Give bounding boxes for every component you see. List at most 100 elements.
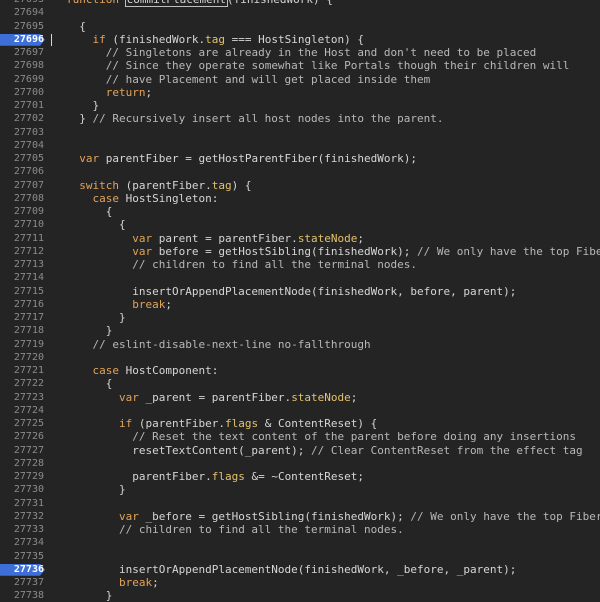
- line-number[interactable]: 27713: [0, 258, 44, 271]
- line-number[interactable]: 27701: [0, 99, 44, 112]
- breakpoint-line-number[interactable]: 27696: [0, 33, 45, 46]
- property-token: stateNode: [291, 390, 351, 404]
- line-number[interactable]: 27699: [0, 73, 44, 86]
- line-number[interactable]: 27723: [0, 391, 44, 404]
- code-line[interactable]: 27707 switch (parentFiber.tag) {: [0, 179, 600, 192]
- code-line[interactable]: 27721 case HostComponent:: [0, 364, 600, 377]
- line-number[interactable]: 27708: [0, 192, 44, 205]
- code-line[interactable]: 27733 // children to find all the termin…: [0, 523, 600, 536]
- line-number[interactable]: 27700: [0, 86, 44, 99]
- breakpoint-line-number[interactable]: 27736: [0, 563, 45, 576]
- line-number[interactable]: 27720: [0, 351, 44, 364]
- code-line[interactable]: 27735: [0, 550, 600, 563]
- code-line[interactable]: 27729 parentFiber.flags &= ~ContentReset…: [0, 470, 600, 483]
- line-number[interactable]: 27694: [0, 6, 44, 19]
- code-line[interactable]: 27723 var _parent = parentFiber.stateNod…: [0, 391, 600, 404]
- code-line[interactable]: 27696 if (finishedWork.tag === HostSingl…: [0, 33, 600, 46]
- line-number-text: 27699: [13, 73, 44, 85]
- code-line[interactable]: 27699 // have Placement and will get pla…: [0, 73, 600, 86]
- line-number[interactable]: 27731: [0, 497, 44, 510]
- code-line[interactable]: 27731: [0, 497, 600, 510]
- line-number[interactable]: 27738: [0, 589, 44, 602]
- line-number[interactable]: 27710: [0, 218, 44, 231]
- line-number[interactable]: 27719: [0, 338, 44, 351]
- keyword-token: break: [132, 297, 166, 311]
- code-line[interactable]: 27724: [0, 404, 600, 417]
- line-number[interactable]: 27732: [0, 510, 44, 523]
- line-number[interactable]: 27734: [0, 536, 44, 549]
- code-line[interactable]: 27706: [0, 165, 600, 178]
- code-line[interactable]: 27711 var parent = parentFiber.stateNode…: [0, 232, 600, 245]
- code-line[interactable]: 27703: [0, 126, 600, 139]
- line-number[interactable]: 27697: [0, 46, 44, 59]
- code-line[interactable]: 27718 }: [0, 324, 600, 337]
- code-line[interactable]: 27697 // Singletons are already in the H…: [0, 46, 600, 59]
- line-number[interactable]: 27726: [0, 430, 44, 443]
- line-number[interactable]: 27716: [0, 298, 44, 311]
- code-line[interactable]: 27719 // eslint-disable-next-line no-fal…: [0, 338, 600, 351]
- line-number[interactable]: 27702: [0, 112, 44, 125]
- code-line[interactable]: 27712 var before = getHostSibling(finish…: [0, 245, 600, 258]
- code-line[interactable]: 27714: [0, 271, 600, 284]
- code-line[interactable]: 27716 break;: [0, 298, 600, 311]
- line-number[interactable]: 27695: [0, 20, 44, 33]
- line-number[interactable]: 27707: [0, 179, 44, 192]
- line-number[interactable]: 27721: [0, 364, 44, 377]
- line-number[interactable]: 27706: [0, 165, 44, 178]
- code-line[interactable]: 27725 if (parentFiber.flags & ContentRes…: [0, 417, 600, 430]
- line-number[interactable]: 27717: [0, 311, 44, 324]
- code-line[interactable]: 27708 case HostSingleton:: [0, 192, 600, 205]
- line-number[interactable]: 27718: [0, 324, 44, 337]
- line-number[interactable]: 27714: [0, 271, 44, 284]
- code-line[interactable]: 27722 {: [0, 377, 600, 390]
- line-number[interactable]: 27729: [0, 470, 44, 483]
- line-number[interactable]: 27711: [0, 232, 44, 245]
- line-number[interactable]: 27733: [0, 523, 44, 536]
- code-line[interactable]: 27709 {: [0, 205, 600, 218]
- line-number[interactable]: 27725: [0, 417, 44, 430]
- line-number[interactable]: 27737: [0, 576, 44, 589]
- line-number[interactable]: 27728: [0, 457, 44, 470]
- code-line[interactable]: 27728: [0, 457, 600, 470]
- line-number[interactable]: 27715: [0, 285, 44, 298]
- line-number[interactable]: 27709: [0, 205, 44, 218]
- code-line[interactable]: 27730 }: [0, 483, 600, 496]
- line-number[interactable]: 27712: [0, 245, 44, 258]
- code-line[interactable]: 27705 var parentFiber = getHostParentFib…: [0, 152, 600, 165]
- code-line[interactable]: 27704: [0, 139, 600, 152]
- code-line[interactable]: 27702 } // Recursively insert all host n…: [0, 112, 600, 125]
- line-number[interactable]: 27705: [0, 152, 44, 165]
- line-number-text: 27707: [13, 179, 44, 191]
- line-number[interactable]: 27722: [0, 377, 44, 390]
- line-number[interactable]: 27724: [0, 404, 44, 417]
- code-line[interactable]: 27698 // Since they operate somewhat lik…: [0, 59, 600, 72]
- line-number[interactable]: 27698: [0, 59, 44, 72]
- code-line[interactable]: 27732 var _before = getHostSibling(finis…: [0, 510, 600, 523]
- code-token: {: [66, 377, 113, 391]
- line-number-text: 27700: [13, 86, 44, 98]
- code-line[interactable]: 27695 {: [0, 20, 600, 33]
- code-line[interactable]: 27713 // children to find all the termin…: [0, 258, 600, 271]
- line-number-text: 27738: [13, 590, 44, 602]
- line-number[interactable]: 27704: [0, 139, 44, 152]
- code-line[interactable]: 27694: [0, 6, 600, 19]
- code-line[interactable]: 27717 }: [0, 311, 600, 324]
- code-line[interactable]: 27715 insertOrAppendPlacementNode(finish…: [0, 285, 600, 298]
- code-line[interactable]: 27738 }: [0, 589, 600, 602]
- code-line[interactable]: 27700 return;: [0, 86, 600, 99]
- code-editor[interactable]: 27693function commitPlacement(finishedWo…: [0, 0, 600, 602]
- code-line[interactable]: 27701 }: [0, 99, 600, 112]
- code-token: & ContentReset) {: [258, 417, 378, 430]
- line-number[interactable]: 27703: [0, 126, 44, 139]
- line-number[interactable]: 27727: [0, 444, 44, 457]
- line-number[interactable]: 27735: [0, 550, 44, 563]
- code-line[interactable]: 27710 {: [0, 218, 600, 231]
- code-line[interactable]: 27734: [0, 536, 600, 549]
- code-line[interactable]: 27727 resetTextContent(_parent); // Clea…: [0, 444, 600, 457]
- line-number[interactable]: 27730: [0, 483, 44, 496]
- code-line[interactable]: 27720: [0, 351, 600, 364]
- code-line[interactable]: 27737 break;: [0, 576, 600, 589]
- code-line[interactable]: 27736 insertOrAppendPlacementNode(finish…: [0, 563, 600, 576]
- code-line[interactable]: 27726 // Reset the text content of the p…: [0, 430, 600, 443]
- code-token: }: [66, 112, 93, 126]
